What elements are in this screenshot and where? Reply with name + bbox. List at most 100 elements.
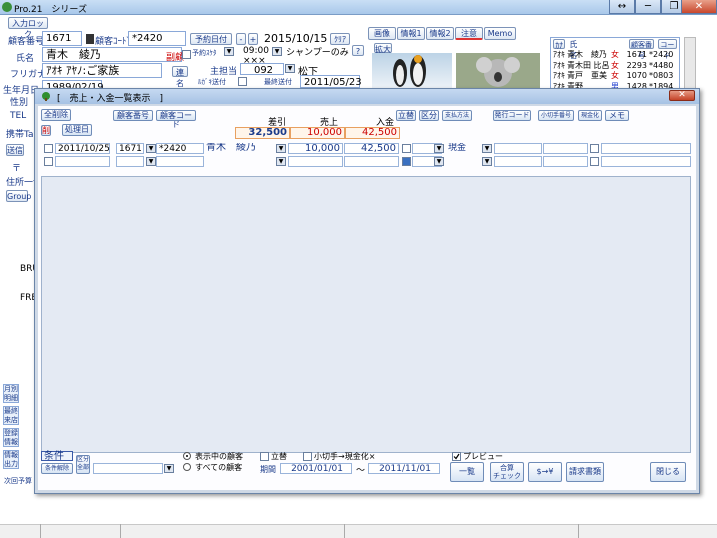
monthly-detail-button[interactable]: 月別 明細 — [3, 384, 19, 403]
staff-code-field[interactable]: 092 — [240, 63, 284, 76]
customer-no-field[interactable]: 1671 — [42, 31, 82, 46]
row-advance-checkbox[interactable] — [402, 144, 411, 153]
advance-filter-checkbox[interactable] — [260, 452, 269, 461]
row-customer-dropdown[interactable]: ▼ — [146, 144, 156, 153]
tab-memo[interactable]: Memo — [484, 27, 516, 40]
period-from-field[interactable]: 2001/01/01 — [280, 463, 352, 474]
minimize-button[interactable]: ─ — [635, 0, 661, 14]
radio-all-customers[interactable] — [183, 463, 191, 471]
customer-sex: 女 — [611, 71, 619, 80]
last-visit-button[interactable]: 最終 来店 — [3, 406, 19, 425]
invoice-docs-button[interactable]: 請求書類 — [566, 462, 604, 482]
radio-shown-customers[interactable] — [183, 452, 191, 460]
new-row-category-dropdown[interactable]: ▼ — [434, 157, 444, 166]
row-category-dropdown[interactable]: ▼ — [434, 144, 444, 153]
row-cash-checkbox[interactable] — [590, 144, 599, 153]
customer-list-item[interactable]: ｱｵｷ 青木 綾乃女 1671 *2420 — [551, 50, 679, 61]
input-lock-button[interactable]: 入力ロック — [8, 17, 48, 39]
tab-info2[interactable]: 情報2 — [426, 27, 454, 40]
row-date[interactable]: 2011/10/25 — [55, 143, 110, 154]
tab-caution[interactable]: 注意 — [455, 27, 483, 40]
new-row-deposit[interactable] — [344, 156, 399, 167]
enlarge-button[interactable]: 拡大 — [374, 43, 392, 54]
row-deposit[interactable]: 42,500 — [344, 143, 399, 154]
condition-select[interactable] — [93, 463, 163, 474]
registration-info-button[interactable]: 登録 情報 — [3, 428, 19, 447]
name-header: 氏名 — [569, 40, 578, 60]
send-button[interactable]: 送信 — [6, 144, 24, 156]
sub-customer-checkbox[interactable] — [182, 50, 191, 59]
sort-customer-no-button[interactable]: 顧客番号 — [113, 110, 153, 121]
new-row-cash-checkbox[interactable] — [590, 157, 599, 166]
check-number-button[interactable]: 小切手番号 — [538, 110, 574, 121]
new-row-date[interactable] — [55, 156, 110, 167]
preview-checkbox[interactable] — [452, 452, 461, 461]
condition-dropdown[interactable]: ▼ — [164, 464, 174, 473]
new-row-customer-dropdown[interactable]: ▼ — [146, 157, 156, 166]
new-row-issue-code[interactable] — [494, 156, 542, 167]
total-check-button[interactable]: 合算 チェック — [490, 462, 524, 482]
new-row-checkbox[interactable] — [44, 157, 53, 166]
list-button[interactable]: 一覧 — [450, 462, 484, 482]
reservation-date-button[interactable]: 予約日付 — [190, 33, 232, 45]
sort-customer-code-button[interactable]: 顧客コード — [156, 110, 196, 129]
clear-all-button[interactable]: 全削除 — [41, 109, 71, 121]
new-row-advance-checkbox[interactable] — [402, 157, 411, 166]
info-output-button[interactable]: 情報 出力 — [3, 450, 19, 469]
staff-dropdown[interactable]: ▼ — [285, 64, 295, 73]
new-row-name-dropdown[interactable]: ▼ — [276, 157, 286, 166]
category-all-button[interactable]: 区分 全部 — [76, 455, 90, 474]
family-button[interactable]: 連名 — [172, 66, 188, 88]
row-check-no[interactable] — [543, 143, 588, 154]
sort-number-button[interactable]: 顧客番号 — [629, 39, 654, 60]
row-checkbox[interactable] — [44, 144, 53, 153]
tab-info1[interactable]: 情報1 — [397, 27, 425, 40]
row-name-dropdown[interactable]: ▼ — [276, 144, 286, 153]
row-customer-no[interactable]: 1671 — [116, 143, 144, 154]
new-row-method-dropdown[interactable]: ▼ — [482, 157, 492, 166]
new-row-customer-no[interactable] — [116, 156, 144, 167]
help-button[interactable]: ? — [352, 45, 364, 56]
date-minus-button[interactable]: - — [236, 33, 246, 45]
issue-code-button[interactable]: 発行コード — [493, 110, 531, 121]
last-sent-field[interactable]: 2011/05/23 — [300, 75, 362, 88]
row-memo[interactable] — [601, 143, 691, 154]
clear-button[interactable]: ｸﾘｱ — [330, 33, 350, 45]
customer-list-item[interactable]: ｱｵｷ 青戸 亜美女 1070 *0803 — [551, 71, 679, 82]
sort-code-button[interactable]: コード — [657, 39, 677, 60]
row-sales[interactable]: 10,000 — [288, 143, 343, 154]
new-row-memo[interactable] — [601, 156, 691, 167]
cash-conversion-button[interactable]: 現金化 — [578, 110, 602, 121]
new-row-sales[interactable] — [288, 156, 343, 167]
tab-image[interactable]: 画像 — [368, 27, 396, 40]
processing-day-button[interactable]: 処理日 — [62, 124, 92, 136]
customer-list-item[interactable]: ｱｵｷ 青木田 比呂女 2293 *4480 — [551, 61, 679, 72]
currency-convert-button[interactable]: $→¥ — [528, 462, 562, 482]
dialog-close-footer-button[interactable]: 閉じる — [650, 462, 686, 482]
customer-code-field[interactable]: *2420 — [128, 31, 186, 46]
row-method-dropdown[interactable]: ▼ — [482, 144, 492, 153]
condition-clear-button[interactable]: 条件解除 — [41, 463, 73, 474]
reservation-dropdown[interactable]: ▼ — [224, 47, 234, 56]
row-issue-code[interactable] — [494, 143, 542, 154]
date-plus-button[interactable]: + — [248, 33, 258, 45]
payment-method-button[interactable]: 支払方法 — [442, 110, 472, 121]
dm-checkbox[interactable] — [238, 77, 247, 86]
memo-button[interactable]: メモ — [605, 110, 629, 121]
new-row-check-no[interactable] — [543, 156, 588, 167]
advance-button[interactable]: 立替 — [396, 110, 416, 121]
delete-column-button[interactable]: 削 — [41, 125, 51, 136]
check-cash-checkbox[interactable] — [303, 452, 312, 461]
resize-button[interactable]: ↔ — [609, 0, 635, 14]
new-row-customer-code[interactable] — [156, 156, 204, 167]
period-to-field[interactable]: 2011/11/01 — [368, 463, 440, 474]
time-dropdown[interactable]: ▼ — [272, 47, 282, 56]
group-button[interactable]: Group — [6, 190, 31, 202]
category-button[interactable]: 区分 — [419, 110, 439, 121]
close-button[interactable]: ✕ — [681, 0, 717, 14]
dialog-close-button[interactable]: ✕ — [669, 90, 695, 101]
furigana-field[interactable]: ｱｵｷ ｱﾔﾉ:ご家族 — [42, 63, 162, 78]
row-customer-code[interactable]: *2420 — [156, 143, 204, 154]
kana-header[interactable]: ｶﾅ — [553, 39, 566, 50]
name-field[interactable]: 青木 綾乃 — [42, 47, 182, 62]
